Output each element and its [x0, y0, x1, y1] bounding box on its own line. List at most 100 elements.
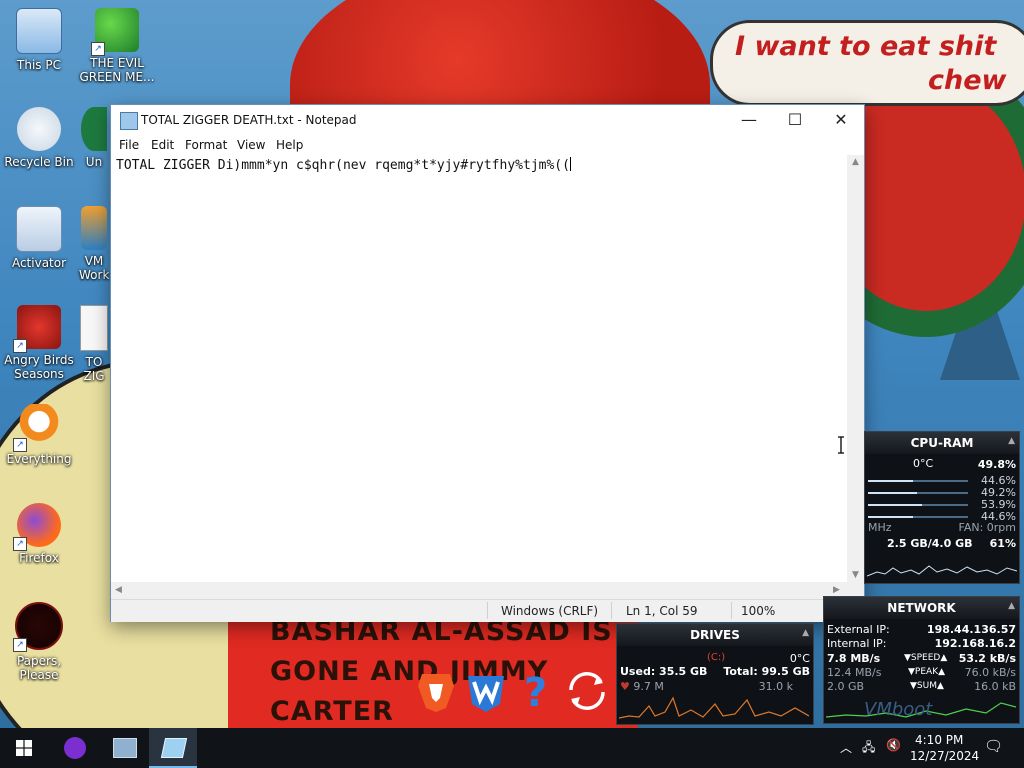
peak-label: ▼PEAK▲: [908, 667, 946, 677]
desktop-icon-label: Papers, Please: [16, 654, 62, 682]
desktop-icon-activator[interactable]: Activator: [1, 206, 77, 270]
window-title: TOTAL ZIGGER DEATH.txt - Notepad: [141, 113, 357, 127]
clock-date[interactable]: 12/27/2024: [910, 749, 979, 763]
wise-care-icon[interactable]: [464, 668, 508, 714]
cpu-history-graph: [867, 565, 1017, 577]
desktop-icon-angry-birds[interactable]: ↗ Angry Birds Seasons: [1, 305, 77, 381]
notepad-icon: [160, 738, 188, 758]
sign-text: chew: [928, 65, 1007, 96]
desktop-icon-label: Un: [85, 155, 103, 169]
cpu-core-bar: [868, 492, 968, 494]
desktop-icon-label: Activator: [11, 256, 67, 270]
ibeam-cursor-icon: [838, 436, 844, 454]
taskbar-app-aol[interactable]: [51, 728, 99, 768]
drive-activity-graph: [619, 696, 809, 719]
horizontal-scrollbar[interactable]: ◀ ▶: [111, 582, 864, 599]
drive-letter: (C:): [707, 652, 726, 663]
title-bar[interactable]: TOTAL ZIGGER DEATH.txt - Notepad — ☐ ✕: [111, 105, 864, 135]
menu-bar: File Edit Format View Help: [111, 135, 864, 155]
desktop-icon-label: TO ZIG: [83, 355, 105, 383]
aol-instant-icon: [64, 737, 86, 759]
cpu-total: 49.8%: [977, 458, 1016, 471]
desktop-icon-recycle-bin[interactable]: Recycle Bin: [1, 107, 77, 169]
activator-icon: [16, 206, 62, 252]
scroll-left-icon[interactable]: ◀: [115, 585, 122, 595]
drive-used: Used: 35.5 GB: [620, 665, 708, 678]
uninstaller-icon: [81, 107, 107, 151]
download-sum: 2.0 GB: [827, 680, 865, 693]
desktop-icon-everything[interactable]: ↗ Everything: [1, 404, 77, 466]
msn-people-icon: ↗: [91, 8, 139, 56]
vertical-scrollbar[interactable]: ▲ ▼: [847, 155, 864, 582]
start-button[interactable]: [0, 728, 48, 768]
drives-gadget: DRIVES ▲ (C:) 0°C Used: 35.5 GB Total: 9…: [616, 623, 814, 725]
desktop-icon-label: THE EVIL GREEN ME...: [79, 56, 155, 84]
gadget-title: DRIVES: [617, 624, 813, 646]
cpu-ram-gadget: CPU-RAM ▲ 0°C 49.8% 44.6% 49.2% 53.9% 44…: [864, 431, 1020, 584]
network-gadget: NETWORK ▲ External IP: 198.44.136.57 Int…: [823, 596, 1020, 724]
upload-sum: 16.0 kB: [974, 680, 1016, 693]
drive-total: Total: 99.5 GB: [723, 665, 810, 678]
desktop-icon-label: Recycle Bin: [4, 155, 74, 169]
notepad-icon: [120, 112, 138, 130]
desktop-icon-un[interactable]: Un: [79, 107, 109, 169]
desktop-icon-text-file[interactable]: TO ZIG: [79, 305, 109, 383]
notepad-window[interactable]: TOTAL ZIGGER DEATH.txt - Notepad — ☐ ✕ F…: [111, 105, 864, 622]
sum-label: ▼SUM▲: [910, 681, 944, 691]
fan-speed: FAN: 0rpm: [958, 521, 1017, 534]
collapse-icon[interactable]: ▲: [1008, 436, 1015, 446]
scroll-right-icon[interactable]: ▶: [833, 585, 840, 595]
scroll-down-icon[interactable]: ▼: [852, 570, 859, 580]
taskbar-app-network[interactable]: [100, 728, 148, 768]
text-caret: [569, 157, 571, 171]
status-zoom: 100%: [741, 604, 776, 618]
desktop-icon-this-pc[interactable]: This PC: [1, 8, 77, 72]
menu-file[interactable]: File: [119, 138, 139, 152]
sync-refresh-icon[interactable]: [563, 668, 607, 714]
windows-logo-icon: [16, 740, 32, 756]
desktop-icon-vmware[interactable]: VM Work: [79, 206, 109, 282]
collapse-icon[interactable]: ▲: [1008, 601, 1015, 611]
desktop-icon-label: Firefox: [19, 551, 59, 565]
text-editor[interactable]: TOTAL ZIGGER Di)mmm*yn c$qhr(nev rqemg*t…: [116, 157, 853, 581]
maximize-button[interactable]: ☐: [772, 105, 818, 135]
this-pc-icon: [16, 8, 62, 54]
cpu-core-bar: [868, 516, 968, 518]
desktop-icon-evil-green[interactable]: ↗ THE EVIL GREEN ME...: [79, 8, 155, 84]
network-computer-icon: [113, 738, 137, 758]
collapse-icon[interactable]: ▲: [802, 628, 809, 638]
menu-format[interactable]: Format: [185, 138, 227, 152]
upload-peak: 76.0 kB/s: [964, 666, 1016, 679]
minimize-button[interactable]: —: [726, 105, 772, 135]
sign-text: I want to eat shit: [735, 31, 997, 62]
brave-icon[interactable]: [414, 668, 458, 714]
taskbar-app-notepad[interactable]: [149, 728, 197, 768]
menu-view[interactable]: View: [237, 138, 265, 152]
menu-help[interactable]: Help: [276, 138, 303, 152]
menu-edit[interactable]: Edit: [151, 138, 174, 152]
external-ip-label: External IP:: [827, 623, 890, 636]
mhz-label: MHz: [868, 521, 892, 534]
network-tray-icon[interactable]: 🖧: [862, 738, 875, 759]
desktop-icon-firefox[interactable]: ↗ Firefox: [1, 503, 77, 565]
svg-text:?: ?: [524, 670, 547, 714]
desktop-icon-papers-please[interactable]: ↗ Papers, Please: [1, 602, 77, 682]
external-ip: 198.44.136.57: [926, 623, 1016, 636]
scroll-up-icon[interactable]: ▲: [852, 157, 859, 167]
chevron-up-icon[interactable]: ︿: [840, 739, 852, 756]
close-button[interactable]: ✕: [818, 105, 864, 135]
cpu-core-bar: [868, 504, 968, 506]
gadget-title: NETWORK: [824, 597, 1019, 619]
ram-usage: 2.5 GB/4.0 GB: [887, 537, 973, 550]
watermark-text: VMboot: [864, 699, 933, 720]
clock-time[interactable]: 4:10 PM: [915, 733, 963, 747]
volume-muted-icon[interactable]: 🔇: [886, 738, 901, 752]
cpu-temp: 0°C: [913, 457, 934, 470]
help-question-icon[interactable]: ?: [514, 668, 558, 716]
internal-ip: 192.168.16.2: [934, 637, 1016, 650]
notifications-icon[interactable]: 🗨: [984, 737, 1003, 755]
upload-speed: 53.2 kB/s: [958, 652, 1016, 665]
editor-content: TOTAL ZIGGER Di)mmm*yn c$qhr(nev rqemg*t…: [116, 158, 570, 173]
vmware-icon: [81, 206, 107, 250]
recycle-bin-icon: [17, 107, 61, 151]
